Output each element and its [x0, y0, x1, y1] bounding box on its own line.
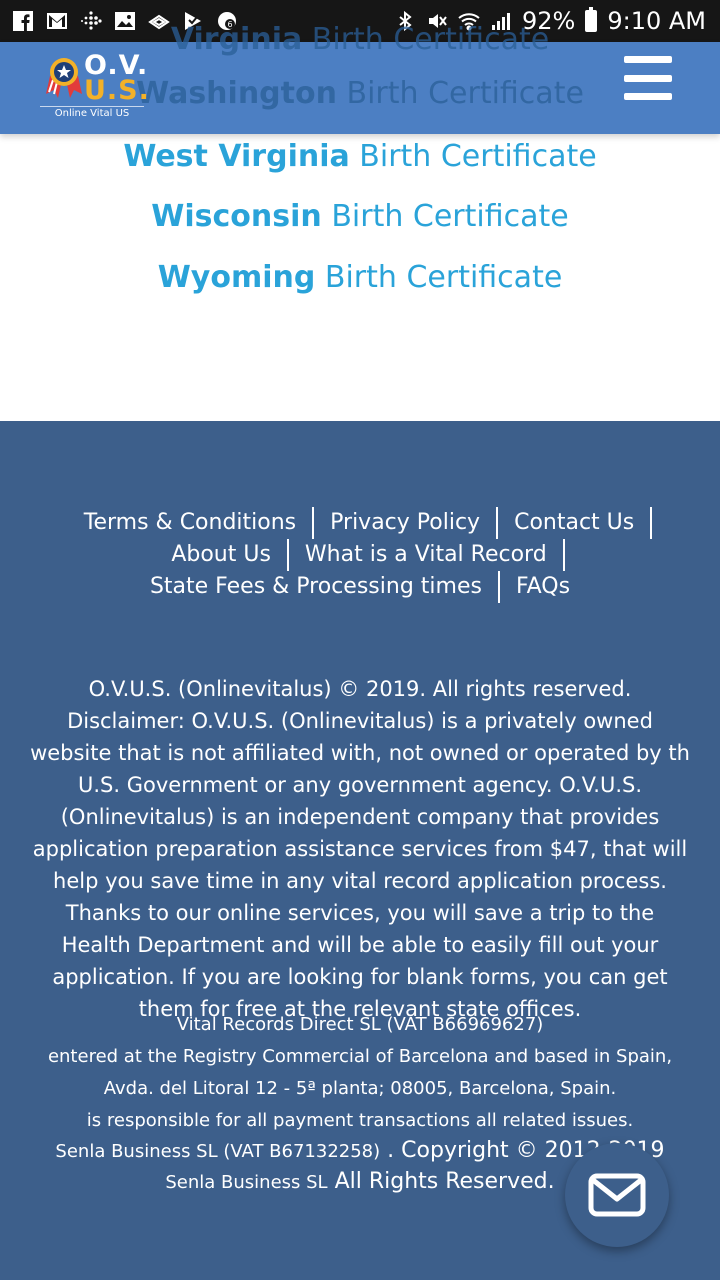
state-link-west-virginia[interactable]: West Virginia Birth Certificate [0, 139, 720, 174]
faqs-link[interactable]: FAQs [500, 571, 586, 603]
logo-tagline: Online Vital US [54, 108, 130, 119]
message-button[interactable] [565, 1143, 669, 1247]
state-fees-link[interactable]: State Fees & Processing times [134, 571, 500, 603]
company-line: entered at the Registry Commercial of Ba… [47, 1046, 673, 1067]
about-link[interactable]: About Us [155, 539, 289, 571]
ovus-logo[interactable]: O.V. U.S. Online Vital US [40, 50, 149, 122]
state-link-wisconsin[interactable]: Wisconsin Birth Certificate [0, 199, 720, 234]
privacy-link[interactable]: Privacy Policy [314, 507, 499, 539]
menu-icon[interactable] [624, 56, 674, 100]
company-line: is responsible for all payment transacti… [86, 1110, 634, 1131]
contact-link[interactable]: Contact Us [498, 507, 653, 539]
company-line: Avda. del Litoral 12 - 5ª planta; 08005,… [103, 1078, 617, 1099]
app-header: Virginia Birth Certificate Washington Bi… [0, 22, 720, 134]
state-link-wyoming[interactable]: Wyoming Birth Certificate [0, 260, 720, 295]
mail-icon [588, 1173, 646, 1217]
footer-links: Terms & Conditions Privacy Policy Contac… [0, 507, 720, 603]
company-line: Vital Records Direct SL (VAT B66969627) [176, 1014, 544, 1035]
vital-record-link[interactable]: What is a Vital Record [289, 539, 565, 571]
disclaimer-text: O.V.U.S. (Onlinevitalus) © 2019. All rig… [30, 677, 690, 1021]
ribbon-badge-icon [44, 56, 84, 100]
logo-text-bottom: U.S. [84, 75, 150, 106]
terms-link[interactable]: Terms & Conditions [68, 507, 315, 539]
logo-divider [40, 106, 144, 107]
